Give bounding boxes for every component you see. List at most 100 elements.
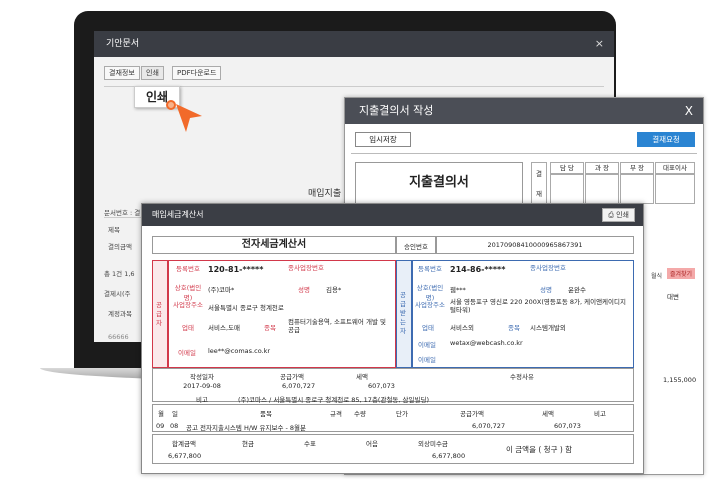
invoice-title: 전자세금계산서	[152, 236, 396, 254]
print-button[interactable]: 인쇄	[141, 66, 164, 80]
supply-value: 6,070,727	[282, 382, 316, 390]
approval-side-label: 결 재	[531, 162, 547, 204]
buyer-reg: 214-86-*****	[450, 265, 506, 274]
item-day: 08	[170, 422, 179, 430]
approval-col-manager: 과 장	[585, 162, 619, 174]
items-header-day: 일	[172, 410, 178, 418]
bg-account: 계정과목	[108, 310, 132, 318]
edit-reason-label: 수정사유	[510, 373, 534, 381]
buyer-email-label: 이메일	[418, 341, 436, 349]
items-header-item: 품목	[260, 410, 272, 418]
divider	[104, 217, 144, 218]
approval-side-char: 재	[536, 190, 542, 198]
totals-header-cash: 현금	[242, 440, 254, 448]
tax-value: 607,073	[368, 382, 395, 390]
date-label: 작성일자	[190, 373, 214, 381]
supplier-side-label: 공급자	[156, 301, 162, 327]
invoice-window-title: 매입세금계산서	[142, 204, 643, 226]
approval-sign-cell[interactable]	[620, 174, 654, 204]
buyer-block	[412, 260, 634, 368]
expense-window-title: 지출결의서 작성	[345, 98, 703, 124]
items-header-note: 비고	[594, 410, 606, 418]
items-header-tax: 세액	[542, 410, 554, 418]
supply-label: 공급가액	[280, 373, 304, 381]
buyer-addr-label: 사업장주소	[415, 301, 445, 309]
buyer-side-label: 공급받는자	[400, 291, 406, 335]
totals-header-note: 어음	[366, 440, 378, 448]
supplier-reg-label: 등록번호	[176, 265, 200, 273]
bg-payment: 결제시(주	[104, 290, 131, 298]
note-label: 비고	[196, 396, 208, 404]
pdf-download-button[interactable]: PDF다운로드	[172, 66, 222, 80]
supplier-addr: 서울특별시 종로구 청계천로	[208, 304, 284, 312]
temp-save-button[interactable]: 임시저장	[355, 132, 411, 147]
approval-col-ceo: 대표이사	[655, 162, 695, 174]
favorite-badge[interactable]: 즐겨찾기	[667, 268, 696, 279]
supplier-rep: 김용*	[326, 286, 342, 294]
bg-total: 총 1건 1,6	[104, 270, 135, 278]
totals-header-receivable: 외상미수금	[418, 440, 448, 448]
credit-header: 대변	[667, 293, 679, 301]
approval-no-cell: 20170908410000965867391	[436, 236, 634, 254]
date-value: 2017-09-08	[183, 382, 221, 390]
invoice-print-button[interactable]: ⎙ 인쇄	[602, 208, 635, 222]
buyer-rep: 윤완수	[568, 286, 586, 294]
item-supply: 6,070,727	[472, 422, 506, 430]
note-value: (주)코마스 / 서울특별시 종로구 청계천로 85, 17층(관철동, 삼일빌…	[238, 396, 429, 404]
buyer-item-label: 종목	[508, 324, 520, 332]
approval-col-staff: 담 당	[550, 162, 584, 174]
item-name: 공고 전자지출시스템 H/W 유지보수 - 8월분	[186, 424, 307, 432]
approval-col-director: 부 장	[620, 162, 654, 174]
bg-doc-no: 문서번호 : 결	[104, 209, 141, 217]
buyer-item: 시스템개발외	[530, 324, 566, 332]
close-icon[interactable]: X	[685, 98, 693, 124]
buyer-name: 웹***	[450, 286, 466, 294]
buyer-email2-label: 이메일	[418, 356, 436, 364]
tax-label: 세액	[356, 373, 368, 381]
divider	[351, 153, 697, 154]
bg-code: 66666	[108, 333, 129, 341]
approval-side-char: 결	[536, 170, 542, 178]
approval-sign-cell[interactable]	[550, 174, 584, 204]
supplier-email-label: 이메일	[178, 349, 196, 357]
supplier-biz: 서비스,도매	[208, 324, 240, 332]
close-icon[interactable]: ×	[595, 31, 604, 57]
item-tax: 607,073	[554, 422, 581, 430]
draft-window-title: 기안문서	[94, 31, 614, 57]
items-header-qty: 수량	[354, 410, 366, 418]
claim-text: 이 금액을 ( 청구 ) 함	[506, 445, 573, 454]
approval-info-button[interactable]: 결재정보	[104, 66, 140, 80]
approval-no: 20170908410000965867391	[487, 241, 583, 249]
approval-sign-cell[interactable]	[585, 174, 619, 204]
supplier-block	[168, 260, 396, 368]
supplier-rep-label: 성명	[298, 286, 310, 294]
bg-subject: 제목	[108, 226, 120, 234]
items-header-month: 월	[158, 410, 164, 418]
totals-total: 6,677,800	[168, 452, 202, 460]
bg-heading: 매입지출	[308, 189, 342, 199]
buyer-sub-label: 종사업장번호	[530, 264, 566, 272]
supplier-item-label: 종목	[264, 324, 276, 332]
items-header-supply: 공급가액	[460, 410, 484, 418]
buyer-biz: 서비스외	[450, 324, 474, 332]
expense-doc-title: 지출결의서	[355, 162, 523, 204]
item-month: 09	[156, 422, 165, 430]
invoice-window: 매입세금계산서 ⎙ 인쇄 전자세금계산서 승인번호 20170908410000…	[141, 203, 644, 474]
approval-no-label: 승인번호	[404, 243, 428, 251]
request-approval-button[interactable]: 결재요청	[637, 132, 695, 147]
totals-receivable: 6,677,800	[432, 452, 466, 460]
credit-value: 1,155,000	[663, 376, 697, 384]
items-header-unit: 단가	[396, 410, 408, 418]
supplier-email: lee**@comas.co.kr	[208, 347, 271, 355]
totals-header-total: 합계금액	[172, 440, 196, 448]
approval-no-label-cell: 승인번호	[396, 236, 436, 254]
buyer-side: 공급받는자	[396, 260, 412, 368]
supplier-side: 공급자	[152, 260, 168, 368]
approval-sign-cell[interactable]	[655, 174, 695, 204]
printer-icon: ⎙	[608, 211, 617, 219]
invoice-print-label: 인쇄	[616, 211, 629, 219]
bg-amount: 결의금액	[108, 243, 132, 251]
buyer-biz-label: 업태	[422, 324, 434, 332]
buyer-reg-label: 등록번호	[418, 265, 442, 273]
supplier-sub-label: 종사업장번호	[288, 264, 324, 272]
